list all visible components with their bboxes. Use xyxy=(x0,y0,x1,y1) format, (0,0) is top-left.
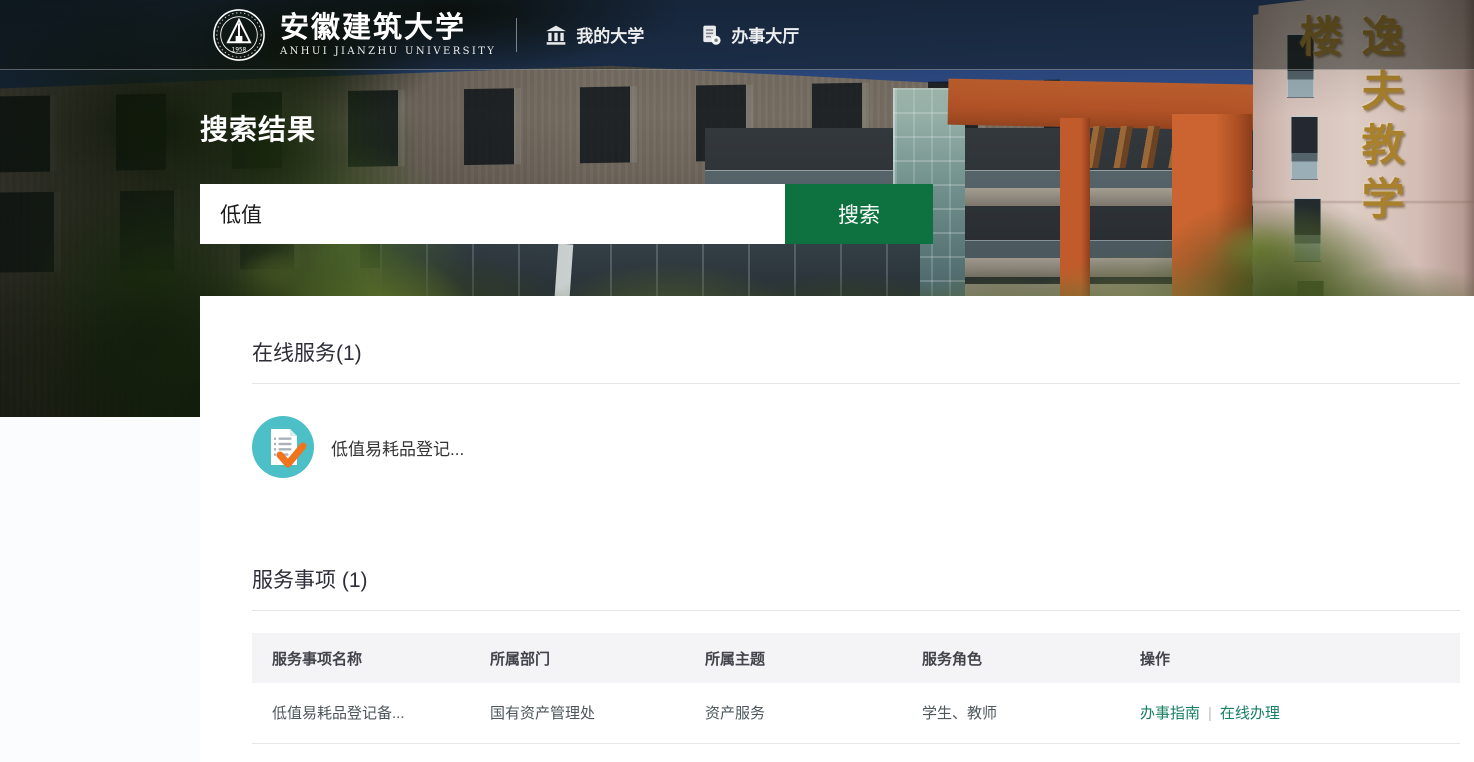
service-items-title: 服务事项 (1) xyxy=(252,564,1460,594)
svg-text:1958: 1958 xyxy=(232,47,247,53)
university-name: 安徽建筑大学 ANHUI JIANZHU UNIVERSITY xyxy=(280,12,496,56)
top-navbar: 1958 安徽建筑大学 ANHUI JIANZHU UNIVERSITY 我的大… xyxy=(0,0,1474,70)
nav-divider xyxy=(516,18,517,52)
section-divider xyxy=(252,610,1460,611)
online-service-item-label: 低值易耗品登记... xyxy=(331,435,464,460)
col-header-role: 服务角色 xyxy=(902,633,1120,683)
col-header-theme: 所属主题 xyxy=(685,633,902,683)
col-header-actions: 操作 xyxy=(1120,633,1460,683)
search-button[interactable]: 搜索 xyxy=(785,184,933,244)
university-seal-logo: 1958 xyxy=(212,8,266,62)
cell-actions: 办事指南 | 在线办理 xyxy=(1120,683,1460,743)
results-panel: 在线服务(1) 低值易耗品登记... 服务事项 (1) xyxy=(200,296,1474,762)
col-header-department: 所属部门 xyxy=(470,633,685,683)
guide-link[interactable]: 办事指南 xyxy=(1140,705,1200,722)
table-row: 低值易耗品登记备... 国有资产管理处 资产服务 学生、教师 办事指南 | 在线办理 xyxy=(252,683,1460,743)
cell-theme: 资产服务 xyxy=(685,683,902,743)
online-services-title: 在线服务(1) xyxy=(252,296,1460,367)
table-header-row: 服务事项名称 所属部门 所属主题 服务角色 操作 xyxy=(252,633,1460,683)
nav-service-hall[interactable]: 办事大厅 xyxy=(700,22,799,47)
university-brand[interactable]: 1958 安徽建筑大学 ANHUI JIANZHU UNIVERSITY xyxy=(212,8,496,62)
cell-service-name: 低值易耗品登记备... xyxy=(252,683,470,743)
page-title: 搜索结果 xyxy=(200,108,316,148)
nav-my-university[interactable]: 我的大学 xyxy=(545,22,644,47)
section-divider xyxy=(252,383,1460,384)
document-check-icon xyxy=(252,416,314,478)
bank-icon xyxy=(545,24,567,46)
search-bar: 搜索 xyxy=(200,184,933,244)
service-items-table: 服务事项名称 所属部门 所属主题 服务角色 操作 低值易耗品登记备... 国有资… xyxy=(252,633,1460,744)
cell-role: 学生、教师 xyxy=(902,683,1120,743)
search-input[interactable] xyxy=(200,184,785,244)
col-header-name: 服务事项名称 xyxy=(252,633,470,683)
online-service-item[interactable]: 低值易耗品登记... xyxy=(252,416,672,478)
online-handle-link[interactable]: 在线办理 xyxy=(1220,705,1280,722)
university-name-en: ANHUI JIANZHU UNIVERSITY xyxy=(280,46,496,57)
nav-my-university-label: 我的大学 xyxy=(576,22,644,47)
nav-service-hall-label: 办事大厅 xyxy=(731,22,799,47)
university-name-zh: 安徽建筑大学 xyxy=(280,12,496,42)
page: 逸夫教学楼 1958 安徽建筑大学 ANHUI JIANZHU UNIVERSI… xyxy=(0,0,1474,762)
service-hall-icon xyxy=(700,24,722,46)
cell-department: 国有资产管理处 xyxy=(470,683,685,743)
action-separator: | xyxy=(1208,705,1212,722)
